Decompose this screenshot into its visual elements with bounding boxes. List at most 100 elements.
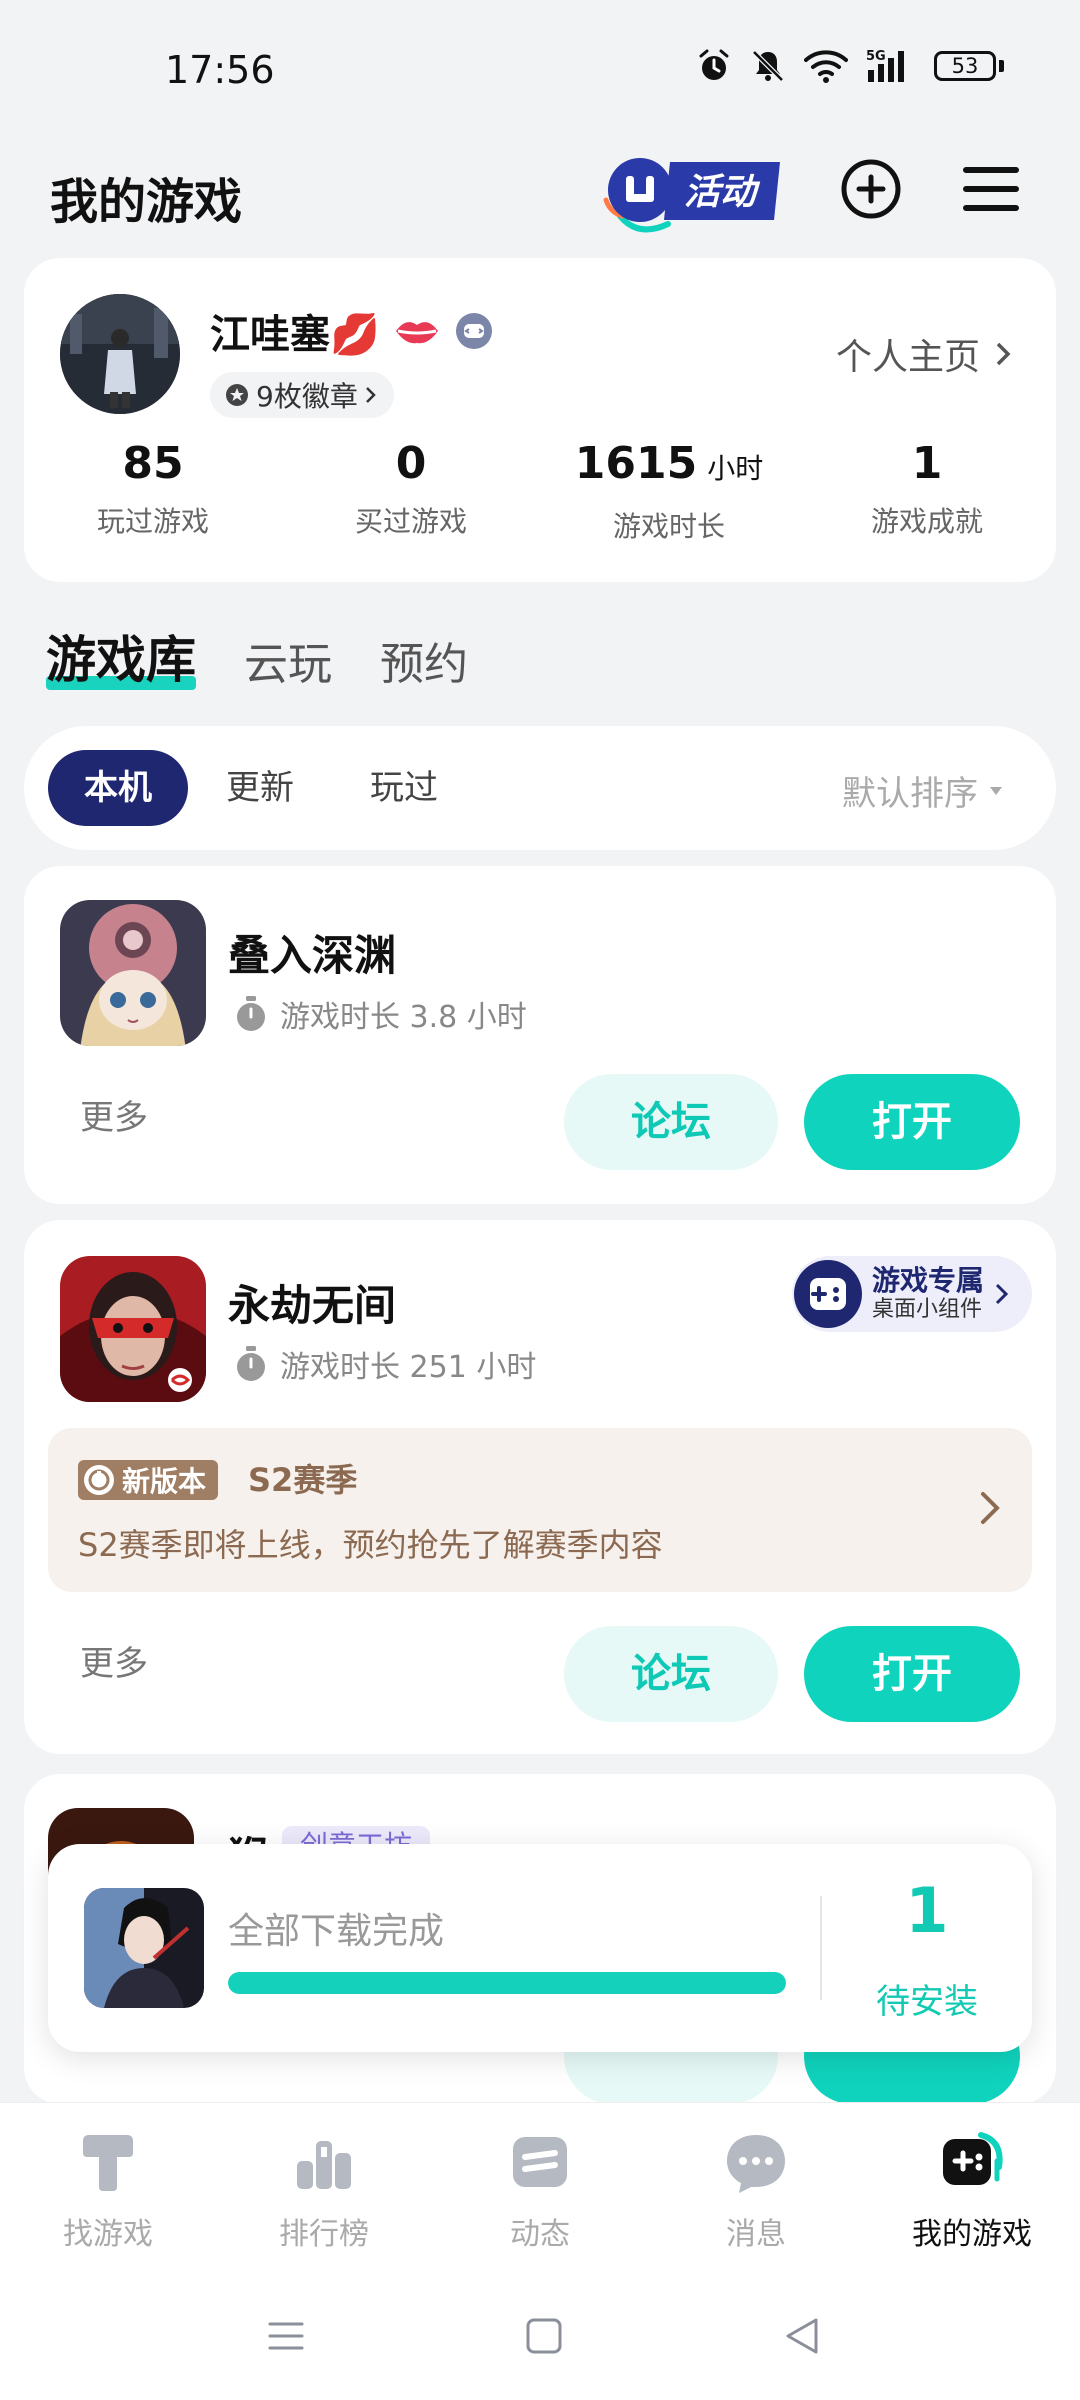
ranking-icon [297,2141,351,2189]
username: 江哇塞💋 [210,312,380,358]
sort-label: 默认排序 [842,774,978,814]
game-playtime: 游戏时长 251 小时 [234,1342,536,1386]
download-progress-bar [228,1972,786,1994]
stat-bought[interactable]: 0 买过游戏 [282,436,540,545]
widget-gamepad-icon [794,1260,862,1328]
chevron-right-icon [996,342,1011,366]
stat-played[interactable]: 85 玩过游戏 [24,436,282,545]
nav-my-games[interactable]: 我的游戏 [864,2127,1080,2253]
filter-chip-played[interactable]: 玩过 [334,750,474,826]
profile-stats: 85 玩过游戏 0 买过游戏 1615 小时游戏时长 1 游戏成就 [24,436,1056,545]
top-bar: 我的游戏 活动 [0,140,1080,240]
widget-title: 游戏专属 [872,1264,985,1297]
menu-icon[interactable] [956,154,1026,224]
signal-5g-icon: 5G [866,49,904,82]
activity-label: 活动 [684,172,761,213]
filter-chip-local[interactable]: 本机 [48,750,188,826]
chevron-right-icon [365,387,376,403]
mute-bell-icon [752,50,784,82]
stat-value: 1615 [574,438,698,489]
download-status-text: 全部下载完成 [228,1911,445,1952]
homepage-link[interactable]: 个人主页 [836,328,1012,380]
nav-feed[interactable]: 动态 [432,2127,648,2253]
system-nav-bar [0,2272,1080,2400]
back-icon[interactable] [778,2312,826,2360]
gamepad-badge-icon [455,313,492,349]
game-playtime: 游戏时长 3.8 小时 [234,992,527,1036]
season-title: S2赛季 [248,1461,358,1499]
stat-value: 1 [911,438,943,489]
stopwatch-icon [237,1346,265,1381]
open-button[interactable]: 打开 [804,1626,1020,1722]
main-tabs: 游戏库 云玩 预约 [46,620,468,692]
more-link[interactable]: 更多 [80,1090,148,1139]
page-title: 我的游戏 [50,174,243,230]
new-version-label: 新版本 [122,1465,207,1498]
avatar[interactable] [60,294,180,414]
game-card: 叠入深渊 游戏时长 3.8 小时 更多 论坛 打开 [24,866,1056,1204]
filter-bar: 本机 更新 玩过 默认排序 [24,726,1056,850]
home-icon[interactable] [520,2312,568,2360]
status-icons: 5G 53 [696,48,1004,84]
game-icon[interactable] [60,1256,206,1402]
stat-label: 游戏时长 [612,510,725,543]
pending-install-label[interactable]: 待安装 [822,1974,1032,2023]
stat-label: 玩过游戏 [96,505,209,538]
alarm-icon [699,49,729,80]
tab-label: 预约 [380,639,468,690]
my-games-icon [943,2132,1003,2185]
more-link[interactable]: 更多 [80,1636,148,1685]
nav-label: 动态 [510,2217,570,2252]
tab-label: 游戏库 [46,631,196,689]
tab-cloud-play[interactable]: 云玩 [244,628,332,692]
nav-ranking[interactable]: 排行榜 [216,2127,432,2253]
download-status-card[interactable]: 全部下载完成 1 待安装 [48,1844,1032,2052]
stat-playtime[interactable]: 1615 小时游戏时长 [540,436,798,545]
stat-unit: 小时 [707,452,764,485]
nav-label: 排行榜 [279,2217,369,2252]
stat-label: 买过游戏 [354,505,467,538]
add-circle-icon[interactable] [836,154,906,224]
activity-badge-icon[interactable]: 活动 [598,146,788,236]
nav-messages[interactable]: 消息 [648,2127,864,2253]
caret-down-icon [990,786,1002,795]
bottom-nav: 找游戏 排行榜 动态 消息 我的游戏 [0,2102,1080,2272]
stopwatch-icon [237,996,265,1031]
forum-button[interactable]: 论坛 [564,1626,778,1722]
pending-install-count[interactable]: 1 [822,1874,1032,1947]
homepage-label: 个人主页 [835,337,980,378]
status-bar: 17:56 5G 53 [0,0,1080,140]
new-version-banner[interactable]: 新版本 S2赛季 S2赛季即将上线，预约抢先了解赛季内容 [48,1428,1032,1592]
game-name[interactable]: 叠入深渊 [228,922,396,983]
tab-game-library[interactable]: 游戏库 [46,620,196,692]
username-row: 江哇塞💋 [210,302,494,360]
new-version-tag: 新版本 [78,1460,219,1500]
badges-button[interactable]: 9枚徽章 [210,372,394,418]
lips-icon [395,322,438,344]
stat-label: 游戏成就 [870,505,983,538]
download-progress-fill [228,1972,786,1994]
recent-apps-icon[interactable] [262,2312,310,2360]
game-icon[interactable] [60,900,206,1046]
game-card: 永劫无间 游戏时长 251 小时 游戏专属 桌面小组件 新版本 S2赛季 S2赛… [24,1220,1056,1754]
chevron-right-icon [995,1283,1009,1305]
sort-dropdown[interactable]: 默认排序 [842,766,1004,815]
stat-achievements[interactable]: 1 游戏成就 [798,436,1056,545]
nav-find-game[interactable]: 找游戏 [0,2127,216,2253]
tab-reservation[interactable]: 预约 [380,628,468,692]
badges-label: 9枚徽章 [256,380,358,413]
status-time: 17:56 [165,48,275,92]
stat-value: 0 [395,438,427,489]
nav-label: 消息 [726,2217,786,2252]
nav-label: 找游戏 [63,2217,153,2252]
open-button[interactable]: 打开 [804,1074,1020,1170]
stat-value: 85 [122,438,184,489]
desktop-widget-tag[interactable]: 游戏专属 桌面小组件 [792,1256,1032,1332]
message-icon [727,2135,785,2193]
forum-button[interactable]: 论坛 [564,1074,778,1170]
battery-indicator: 53 [934,51,1004,81]
svg-text:5G: 5G [866,49,886,64]
filter-chip-update[interactable]: 更新 [190,750,330,826]
game-name[interactable]: 永劫无间 [228,1272,396,1333]
medal-icon [226,384,248,406]
